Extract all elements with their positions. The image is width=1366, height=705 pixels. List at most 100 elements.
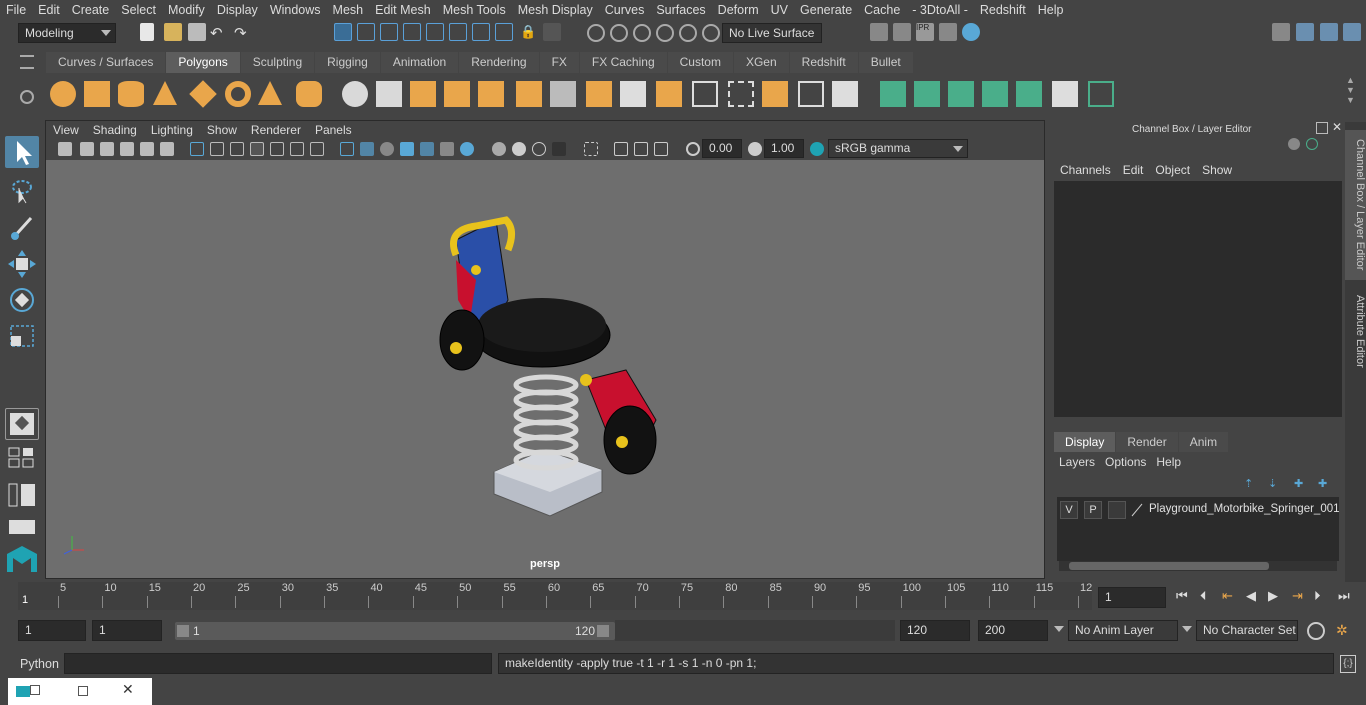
layer-editor-menu-item[interactable]: Layers <box>1054 455 1100 471</box>
gate-mask-icon[interactable] <box>250 142 264 156</box>
shelf-tab[interactable]: Curves / Surfaces <box>46 52 166 73</box>
menu-item[interactable]: Curves <box>599 0 651 20</box>
menu-item[interactable]: Deform <box>712 0 765 20</box>
new-layer-icon[interactable]: ✚ <box>1294 477 1303 490</box>
lasso-tool-icon[interactable] <box>5 174 39 206</box>
toggle-channel-box-icon[interactable] <box>1343 23 1361 41</box>
auto-key-icon[interactable] <box>1307 622 1325 640</box>
shelf-tab[interactable]: Custom <box>667 52 733 73</box>
viewport-menu-item[interactable]: Renderer <box>244 121 308 139</box>
play-backwards-icon[interactable]: ◀ <box>1246 588 1262 604</box>
symmetry-icon[interactable] <box>543 23 561 41</box>
poly-sphere-icon[interactable] <box>50 81 76 107</box>
playback-end-field[interactable]: 120 <box>900 620 970 641</box>
shelf-tab[interactable]: Polygons <box>166 52 240 73</box>
poly-cylinder-icon[interactable] <box>118 81 144 107</box>
menu-item[interactable]: Create <box>66 0 116 20</box>
layer-scrollbar[interactable] <box>1059 561 1337 571</box>
snap-rotate-icon[interactable] <box>702 24 720 42</box>
close-icon[interactable]: ✕ <box>1332 120 1342 134</box>
toggle-attribute-editor-icon[interactable] <box>1296 23 1314 41</box>
hypershade-icon[interactable] <box>962 23 980 41</box>
layout-split-icon[interactable] <box>5 482 39 508</box>
menu-item[interactable]: UV <box>765 0 794 20</box>
step-forward-key-icon[interactable]: ⇥ <box>1292 588 1308 604</box>
exposure-icon[interactable] <box>686 142 700 156</box>
shelf-tab[interactable]: FX Caching <box>579 52 667 73</box>
color-space-dropdown[interactable]: sRGB gamma <box>828 139 968 158</box>
menu-item[interactable]: - 3DtoAll - <box>906 0 974 20</box>
layer-display-type-toggle[interactable] <box>1108 501 1126 519</box>
poly-plane-icon[interactable] <box>189 80 217 108</box>
shelf-tab[interactable]: XGen <box>733 52 789 73</box>
shelf-tab[interactable]: Redshift <box>789 52 858 73</box>
layer-color-swatch[interactable] <box>1130 502 1144 518</box>
spherical-uv-icon[interactable] <box>948 81 974 107</box>
range-slider-start-handle[interactable] <box>177 625 189 637</box>
anim-layer-field[interactable]: No Anim Layer <box>1068 620 1178 641</box>
viewport-menu-item[interactable]: View <box>46 121 86 139</box>
wireframe-icon[interactable] <box>340 142 354 156</box>
layout-single-icon[interactable] <box>5 518 39 536</box>
camera-attributes-icon[interactable] <box>80 142 94 156</box>
workspace-icon[interactable] <box>1272 23 1290 41</box>
target-weld-icon[interactable] <box>762 81 788 107</box>
side-tab-channel-box[interactable]: Channel Box / Layer Editor <box>1345 130 1366 280</box>
go-to-end-icon[interactable]: ⏭ <box>1338 588 1354 604</box>
soft-select-icon[interactable] <box>587 24 605 42</box>
shelf-settings-icon[interactable] <box>20 90 34 104</box>
select-by-object-icon[interactable] <box>357 23 375 41</box>
shadows-icon[interactable] <box>460 142 474 156</box>
shelf-tab[interactable]: Sculpting <box>240 52 315 73</box>
select-by-hierarchy-icon[interactable] <box>334 23 352 41</box>
motion-blur-icon[interactable] <box>512 142 526 156</box>
menu-item[interactable]: Redshift <box>974 0 1032 20</box>
field-chart-icon[interactable] <box>270 142 284 156</box>
redo-icon[interactable]: ↷ <box>234 24 252 42</box>
time-slider[interactable]: 1 5 10 15 20 25 30 35 40 45 50 55 60 65 70 75 80 85 90 95 1… <box>18 582 1092 610</box>
mirror-icon[interactable] <box>410 81 436 107</box>
animation-prefs-icon[interactable]: ✲ <box>1336 622 1354 640</box>
combine-icon[interactable] <box>342 81 368 107</box>
channel-box-menu-item[interactable]: Channels <box>1054 161 1117 179</box>
step-back-key-icon[interactable]: ⇤ <box>1222 588 1238 604</box>
channel-box-area[interactable] <box>1054 181 1342 417</box>
render-sequence-icon[interactable] <box>893 23 911 41</box>
grid-icon[interactable] <box>190 142 204 156</box>
select-camera-icon[interactable] <box>58 142 72 156</box>
render-settings-icon[interactable] <box>939 23 957 41</box>
viewport-menu-item[interactable]: Panels <box>308 121 359 139</box>
menu-item[interactable]: Select <box>115 0 162 20</box>
use-all-lights-icon[interactable] <box>440 142 454 156</box>
xray-joints-icon[interactable] <box>634 142 648 156</box>
isolate-select-icon[interactable] <box>584 142 598 156</box>
extrude-icon[interactable] <box>516 81 542 107</box>
mode-dropdown[interactable]: Modeling <box>18 23 116 43</box>
scale-tool-icon[interactable] <box>5 320 39 352</box>
snap-view-plane-icon[interactable] <box>472 23 490 41</box>
float-panel-icon[interactable] <box>1316 122 1328 134</box>
channel-box-status-icon[interactable] <box>1306 138 1318 150</box>
menu-item[interactable]: Mesh <box>327 0 370 20</box>
exposure-field[interactable]: 0.00 <box>702 139 742 158</box>
menu-item[interactable]: Help <box>1032 0 1070 20</box>
save-scene-icon[interactable] <box>188 23 206 41</box>
anim-layer-menu[interactable] <box>1052 620 1064 640</box>
layer-row[interactable]: V P Playground_Motorbike_Springer_001 <box>1060 500 1340 520</box>
lock-icon[interactable]: 🔒 <box>520 24 538 42</box>
layout-four-view-icon[interactable] <box>5 446 39 470</box>
poly-torus-icon[interactable] <box>225 81 251 107</box>
menu-item[interactable]: Generate <box>794 0 858 20</box>
separate-icon[interactable] <box>376 81 402 107</box>
menu-item[interactable]: Surfaces <box>650 0 711 20</box>
move-tool-icon[interactable] <box>5 248 39 280</box>
channel-box-view-icon[interactable] <box>1288 138 1300 150</box>
menu-item[interactable]: Edit <box>32 0 66 20</box>
new-scene-icon[interactable] <box>140 23 154 41</box>
safe-action-icon[interactable] <box>290 142 304 156</box>
poly-cube-icon[interactable] <box>84 81 110 107</box>
image-plane-icon[interactable] <box>120 142 134 156</box>
move-layer-up-icon[interactable]: ⇡ <box>1244 477 1253 490</box>
viewport-menu-item[interactable]: Shading <box>86 121 144 139</box>
textured-icon[interactable] <box>420 142 434 156</box>
